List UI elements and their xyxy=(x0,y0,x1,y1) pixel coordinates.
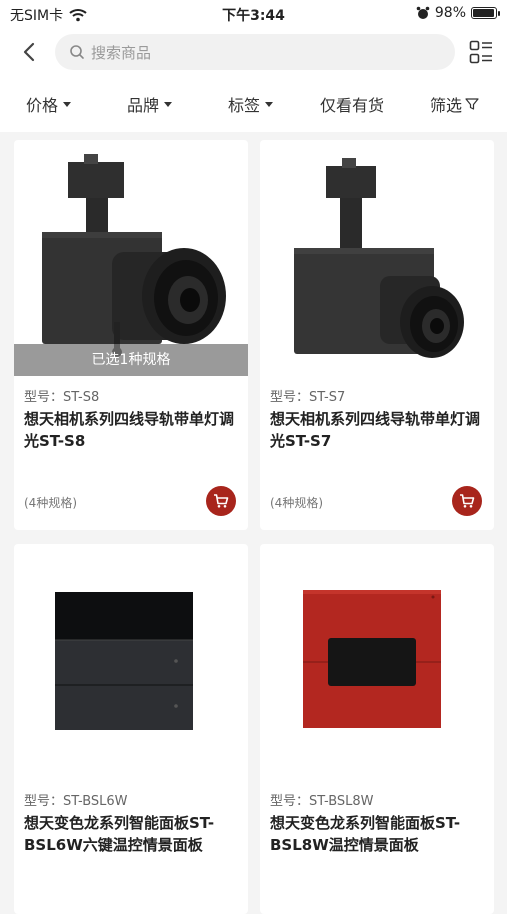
product-card[interactable]: 型号：ST-S7 想天相机系列四线导轨带单灯调光ST-S7 (4种规格) xyxy=(260,140,494,530)
filter-brand-label: 品牌 xyxy=(127,96,160,115)
product-image xyxy=(260,150,494,376)
alarm-icon xyxy=(416,6,430,19)
product-card[interactable]: 已选1种规格 型号：ST-S8 想天相机系列四线导轨带单灯调光ST-S8 (4种… xyxy=(14,140,248,530)
filter-tag-label: 标签 xyxy=(228,96,261,115)
status-bar: 无SIM卡 下午3:44 98% xyxy=(0,0,507,28)
add-to-cart-button[interactable] xyxy=(452,486,482,516)
search-input[interactable]: 搜索商品 xyxy=(55,34,455,70)
product-title: 想天变色龙系列智能面板ST-BSL8W温控情景面板 xyxy=(270,814,461,854)
filter-price-label: 价格 xyxy=(26,96,59,115)
product-specs: (4种规格) xyxy=(270,496,323,510)
search-header: 搜索商品 xyxy=(0,28,507,76)
product-title: 想天相机系列四线导轨带单灯调光ST-S7 xyxy=(270,410,481,450)
cart-icon xyxy=(214,494,229,508)
caret-down-icon xyxy=(265,101,274,107)
funnel-icon xyxy=(465,98,479,110)
product-title: 想天相机系列四线导轨带单灯调光ST-S8 xyxy=(24,410,235,450)
product-specs: (4种规格) xyxy=(24,496,77,510)
product-image: 已选1种规格 xyxy=(14,150,248,376)
product-model: 型号：ST-S8 xyxy=(24,390,100,405)
filter-more[interactable]: 筛选 xyxy=(430,92,479,116)
search-placeholder: 搜索商品 xyxy=(91,43,152,62)
back-arrow-icon[interactable] xyxy=(18,38,42,66)
filter-bar: 价格 品牌 标签 仅看有货 筛选 xyxy=(0,76,507,132)
filter-more-label: 筛选 xyxy=(430,96,463,115)
product-model: 型号：ST-BSL6W xyxy=(24,794,128,809)
filter-tag[interactable]: 标签 xyxy=(228,92,274,116)
product-model: 型号：ST-BSL8W xyxy=(270,794,374,809)
caret-down-icon xyxy=(63,101,72,107)
product-title: 想天变色龙系列智能面板ST-BSL6W六键温控情景面板 xyxy=(24,814,215,854)
layout-toggle-icon[interactable] xyxy=(469,40,493,64)
product-grid: 已选1种规格 型号：ST-S8 想天相机系列四线导轨带单灯调光ST-S8 (4种… xyxy=(0,132,507,914)
product-image xyxy=(14,554,248,780)
add-to-cart-button[interactable] xyxy=(206,486,236,516)
filter-price[interactable]: 价格 xyxy=(26,92,72,116)
selected-spec-overlay: 已选1种规格 xyxy=(14,344,248,376)
filter-brand[interactable]: 品牌 xyxy=(127,92,173,116)
caret-down-icon xyxy=(164,101,173,107)
product-card[interactable]: 型号：ST-BSL6W 想天变色龙系列智能面板ST-BSL6W六键温控情景面板 xyxy=(14,544,248,914)
filter-in-stock[interactable]: 仅看有货 xyxy=(320,92,384,116)
filter-in-stock-label: 仅看有货 xyxy=(320,96,385,115)
camera-light-image xyxy=(294,158,464,358)
red-panel-image xyxy=(303,590,441,728)
product-card[interactable]: 型号：ST-BSL8W 想天变色龙系列智能面板ST-BSL8W温控情景面板 xyxy=(260,544,494,914)
cart-icon xyxy=(460,494,475,508)
black-panel-image xyxy=(55,592,193,730)
product-model: 型号：ST-S7 xyxy=(270,390,346,405)
search-icon xyxy=(70,45,84,59)
battery-percent: 98% xyxy=(434,5,466,21)
product-image xyxy=(260,554,494,780)
battery-icon xyxy=(471,7,500,19)
camera-light-image xyxy=(42,154,226,357)
